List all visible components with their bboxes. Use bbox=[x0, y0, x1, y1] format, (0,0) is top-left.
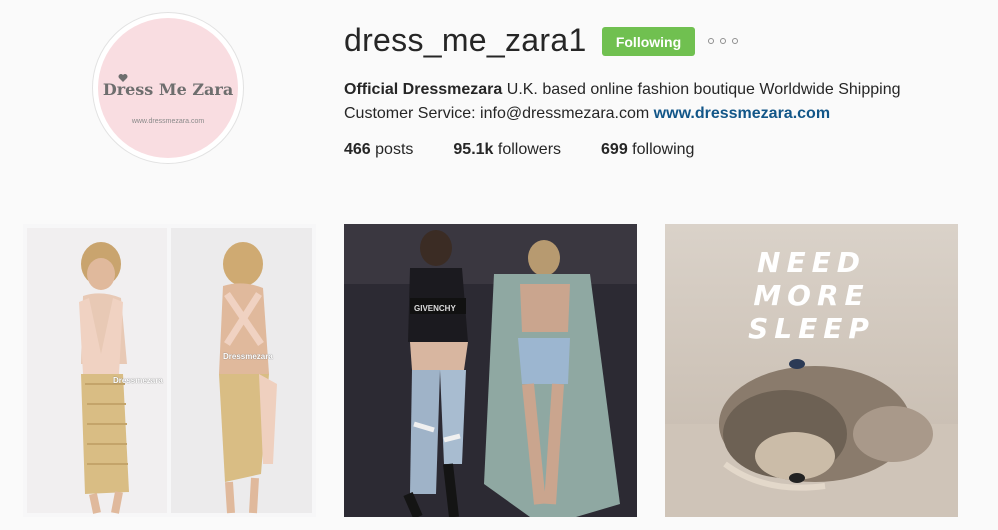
more-dot bbox=[708, 38, 714, 44]
posts-count-value: 466 bbox=[344, 141, 371, 158]
overlay-line: SLEEP bbox=[748, 312, 875, 345]
bio-name: Official Dressmezara bbox=[344, 81, 503, 98]
followers-label: followers bbox=[493, 141, 562, 158]
posts-count-label: posts bbox=[370, 141, 414, 158]
overlay-line: MORE bbox=[753, 279, 870, 312]
profile-stats: 466 posts 95.1k followers 699 following bbox=[344, 141, 734, 159]
following-button[interactable]: Following bbox=[602, 27, 695, 56]
more-options-icon[interactable] bbox=[708, 34, 738, 48]
followers-link[interactable]: 95.1k followers bbox=[453, 141, 561, 159]
bio-website-link[interactable]: www.dressmezara.com bbox=[654, 105, 830, 122]
profile-bio: Official Dressmezara U.K. based online f… bbox=[344, 78, 964, 126]
post-thumbnail[interactable]: GIVENCHY bbox=[344, 224, 637, 517]
posts-count: 466 posts bbox=[344, 141, 413, 159]
following-link[interactable]: 699 following bbox=[601, 141, 694, 159]
post-watermark: Dressmezara bbox=[223, 352, 273, 361]
post-image bbox=[344, 224, 637, 517]
post-caption-overlay: NEED MORE SLEEP bbox=[665, 246, 958, 345]
profile-avatar[interactable]: Dress Me Zara www.dressmezara.com bbox=[92, 12, 244, 164]
shirt-text: GIVENCHY bbox=[414, 304, 456, 313]
overlay-line: NEED bbox=[757, 246, 866, 279]
more-dot bbox=[732, 38, 738, 44]
avatar-brand-name: Dress Me Zara bbox=[102, 80, 234, 99]
following-label: following bbox=[627, 141, 695, 158]
followers-count-value: 95.1k bbox=[453, 141, 494, 158]
post-thumbnail[interactable]: Dressmezara Dressmezara bbox=[23, 224, 316, 517]
more-dot bbox=[720, 38, 726, 44]
following-count-value: 699 bbox=[601, 141, 628, 158]
avatar-image: Dress Me Zara www.dressmezara.com bbox=[98, 18, 238, 158]
post-image bbox=[23, 224, 316, 517]
post-watermark: Dressmezara bbox=[113, 376, 163, 385]
avatar-brand-url: www.dressmezara.com bbox=[131, 118, 205, 125]
profile-username: dress_me_zara1 bbox=[344, 22, 587, 58]
post-thumbnail[interactable]: NEED MORE SLEEP bbox=[665, 224, 958, 517]
